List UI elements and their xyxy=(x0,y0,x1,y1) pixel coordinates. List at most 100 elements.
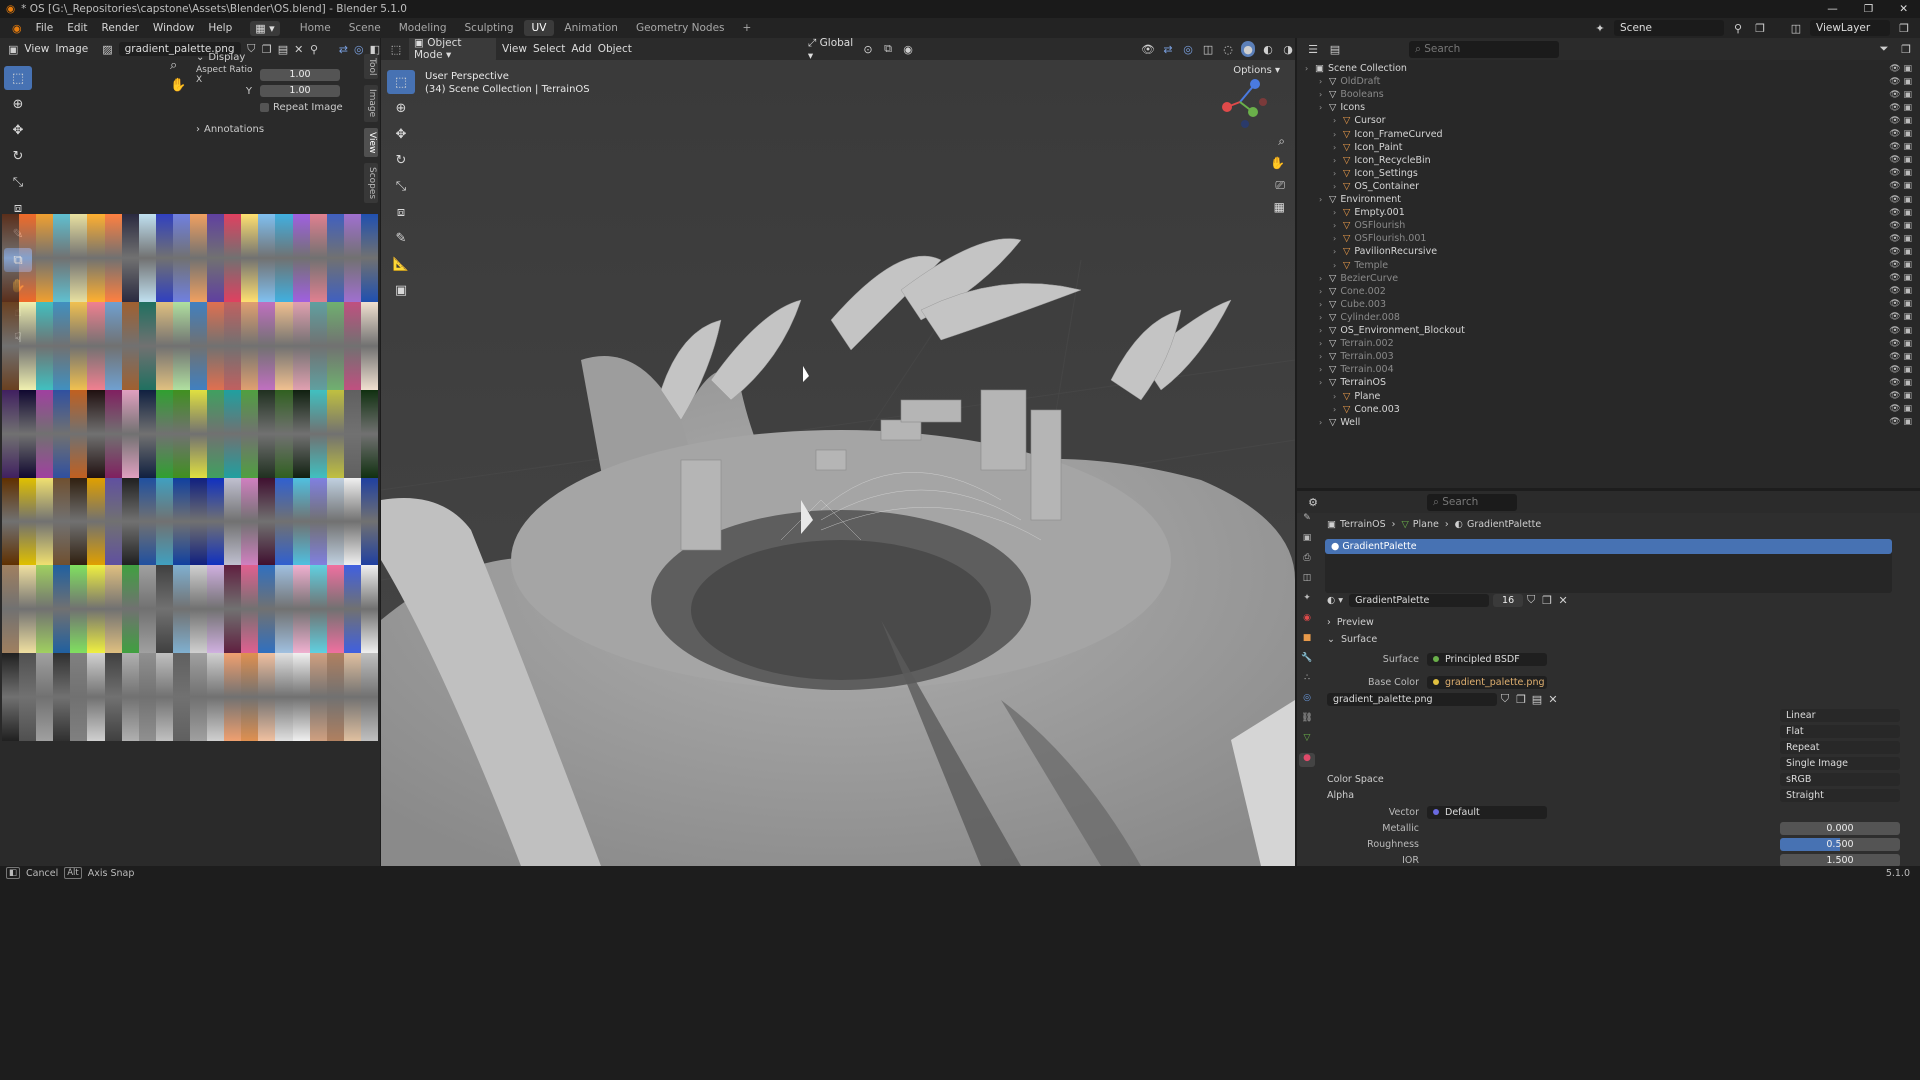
snap-icon[interactable]: ⧉ xyxy=(881,41,895,57)
outliner-item[interactable]: › ▽ Icon_Paint 👁 ▣ xyxy=(1297,141,1920,154)
outliner-item[interactable]: › ▽ Cursor 👁 ▣ xyxy=(1297,114,1920,127)
tab-scopes[interactable]: Scopes xyxy=(364,163,378,204)
menu-help[interactable]: Help xyxy=(202,20,238,36)
editor-type-icon[interactable]: ⚙ xyxy=(1305,494,1321,510)
outliner-item[interactable]: › ▽ PavilionRecursive 👁 ▣ xyxy=(1297,245,1920,258)
visibility-icon[interactable]: 👁 ▣ xyxy=(1889,391,1912,401)
visibility-icon[interactable]: 👁 ▣ xyxy=(1889,299,1912,309)
camera-view-icon[interactable]: ⎚ xyxy=(1275,178,1285,193)
ior-slider[interactable]: 1.500 xyxy=(1780,853,1900,866)
roughness-slider[interactable]: 0.500 xyxy=(1780,837,1900,851)
expand-toggle-icon[interactable]: › xyxy=(1333,156,1343,165)
expand-toggle-icon[interactable]: › xyxy=(1319,365,1329,374)
material-name-field[interactable]: GradientPalette xyxy=(1349,593,1490,607)
proportional-edit-icon[interactable]: ◉ xyxy=(901,41,915,57)
outliner-item[interactable]: › ▽ Icon_Settings 👁 ▣ xyxy=(1297,167,1920,180)
add-workspace-button[interactable]: + xyxy=(735,20,760,36)
cursor-tool[interactable]: ⊕ xyxy=(387,96,415,120)
expand-toggle-icon[interactable]: › xyxy=(1319,195,1329,204)
expand-toggle-icon[interactable]: › xyxy=(1319,300,1329,309)
navigation-gizmo[interactable] xyxy=(1215,72,1275,132)
pivot-icon[interactable]: ⊙ xyxy=(861,41,875,57)
aspect-x-field[interactable]: 1.00 xyxy=(260,69,340,81)
menu-object[interactable]: Object xyxy=(598,43,632,55)
tab-uv[interactable]: UV xyxy=(523,20,555,36)
repeat-image-checkbox[interactable] xyxy=(260,102,269,112)
tab-sculpting[interactable]: Sculpting xyxy=(457,20,522,36)
transform-tool[interactable]: ⧈ xyxy=(387,200,415,224)
expand-toggle-icon[interactable]: › xyxy=(1305,64,1315,73)
metallic-slider[interactable]: 0.000 xyxy=(1780,821,1900,835)
world-tab-icon[interactable]: ◉ xyxy=(1299,613,1315,627)
outliner-item[interactable]: › ▽ OS_Container 👁 ▣ xyxy=(1297,180,1920,193)
visibility-icon[interactable]: 👁 ▣ xyxy=(1889,339,1912,349)
editor-type-icon[interactable]: ▣ xyxy=(8,41,18,57)
zoom-icon[interactable]: ⌕ xyxy=(1278,134,1285,149)
scene-icon[interactable]: ✦ xyxy=(1592,20,1608,36)
expand-toggle-icon[interactable]: › xyxy=(1319,378,1329,387)
expand-toggle-icon[interactable]: › xyxy=(1333,247,1343,256)
visibility-icon[interactable]: 👁 ▣ xyxy=(1889,404,1912,414)
solid-shading-icon[interactable]: ● xyxy=(1241,41,1256,57)
material-users-count[interactable]: 16 xyxy=(1493,593,1524,607)
visibility-icon[interactable]: 👁 ▣ xyxy=(1889,142,1912,152)
alpha-dropdown[interactable]: Straight xyxy=(1780,788,1900,802)
view-layer-selector[interactable]: ViewLayer xyxy=(1810,20,1890,36)
visibility-icon[interactable]: 👁 ▣ xyxy=(1889,181,1912,191)
visibility-icon[interactable]: 👁 ▣ xyxy=(1889,326,1912,336)
image-browse-icon[interactable]: ▨ xyxy=(102,41,112,57)
menu-select[interactable]: Select xyxy=(533,43,565,55)
tab-view[interactable]: View xyxy=(364,127,378,158)
menu-view[interactable]: View xyxy=(502,43,527,55)
expand-toggle-icon[interactable]: › xyxy=(1333,234,1343,243)
visibility-icon[interactable]: 👁 ▣ xyxy=(1889,195,1912,205)
perspective-toggle-icon[interactable]: ▦ xyxy=(1274,200,1285,214)
add-cube-tool[interactable]: ▣ xyxy=(387,278,415,302)
display-section-header[interactable]: ⌄ Display xyxy=(196,50,356,64)
constraints-tab-icon[interactable]: ⛓ xyxy=(1299,713,1315,727)
maximize-button[interactable]: ❐ xyxy=(1864,3,1873,15)
expand-toggle-icon[interactable]: › xyxy=(1333,261,1343,270)
outliner-item[interactable]: › ▽ OSFlourish 👁 ▣ xyxy=(1297,219,1920,232)
outliner-item[interactable]: › ▽ Plane 👁 ▣ xyxy=(1297,390,1920,403)
material-shading-icon[interactable]: ◐ xyxy=(1261,41,1275,57)
tab-scene[interactable]: Scene xyxy=(341,20,389,36)
expand-toggle-icon[interactable]: › xyxy=(1319,287,1329,296)
outliner-item[interactable]: › ▣ Scene Collection 👁 ▣ xyxy=(1297,62,1920,75)
rendered-shading-icon[interactable]: ◑ xyxy=(1281,41,1295,57)
visibility-icon[interactable]: 👁 ▣ xyxy=(1889,77,1912,87)
display-mode-icon[interactable]: ▤ xyxy=(1327,41,1343,57)
visibility-icon[interactable]: 👁 ▣ xyxy=(1889,208,1912,218)
close-button[interactable]: ✕ xyxy=(1899,3,1908,15)
aspect-y-field[interactable]: 1.00 xyxy=(260,85,340,97)
visibility-icon[interactable]: 👁 ▣ xyxy=(1889,365,1912,375)
visibility-icon[interactable]: 👁 ▣ xyxy=(1889,260,1912,270)
editor-type-icon[interactable]: ☰ xyxy=(1305,41,1321,57)
projection-dropdown[interactable]: Flat xyxy=(1780,724,1900,738)
visibility-icon[interactable]: 👁 ▣ xyxy=(1889,116,1912,126)
render-tab-icon[interactable]: ▣ xyxy=(1299,533,1315,547)
visibility-icon[interactable]: 👁 ▣ xyxy=(1889,273,1912,283)
image-duplicate-icon[interactable]: ❐ xyxy=(1513,691,1529,707)
expand-toggle-icon[interactable]: › xyxy=(1333,221,1343,230)
expand-toggle-icon[interactable]: › xyxy=(1319,339,1329,348)
menu-view[interactable]: View xyxy=(24,43,49,55)
move-tool[interactable]: ✥ xyxy=(4,118,32,142)
expand-toggle-icon[interactable]: › xyxy=(1333,182,1343,191)
image-datablock-field[interactable]: gradient_palette.png xyxy=(1327,692,1497,706)
outliner-item[interactable]: › ▽ Cube.003 👁 ▣ xyxy=(1297,298,1920,311)
zoom-icon[interactable]: ⌕ xyxy=(170,58,177,73)
viewport-canvas[interactable] xyxy=(381,60,1295,866)
new-scene-icon[interactable]: ❐ xyxy=(1752,20,1768,36)
wireframe-shading-icon[interactable]: ◌ xyxy=(1221,41,1235,57)
select-box-tool[interactable]: ⬚ xyxy=(4,66,32,90)
xray-icon[interactable]: ◫ xyxy=(1201,41,1215,57)
rotate-tool[interactable]: ↻ xyxy=(4,144,32,168)
interpolation-dropdown[interactable]: Linear xyxy=(1780,708,1900,722)
move-tool[interactable]: ✥ xyxy=(387,122,415,146)
outliner-item[interactable]: › ▽ BezierCurve 👁 ▣ xyxy=(1297,272,1920,285)
tool-tab-icon[interactable]: ✎ xyxy=(1299,513,1315,527)
visibility-icon[interactable]: 👁 ▣ xyxy=(1889,221,1912,231)
menu-render[interactable]: Render xyxy=(96,20,145,36)
outliner-item[interactable]: › ▽ Well 👁 ▣ xyxy=(1297,416,1920,429)
